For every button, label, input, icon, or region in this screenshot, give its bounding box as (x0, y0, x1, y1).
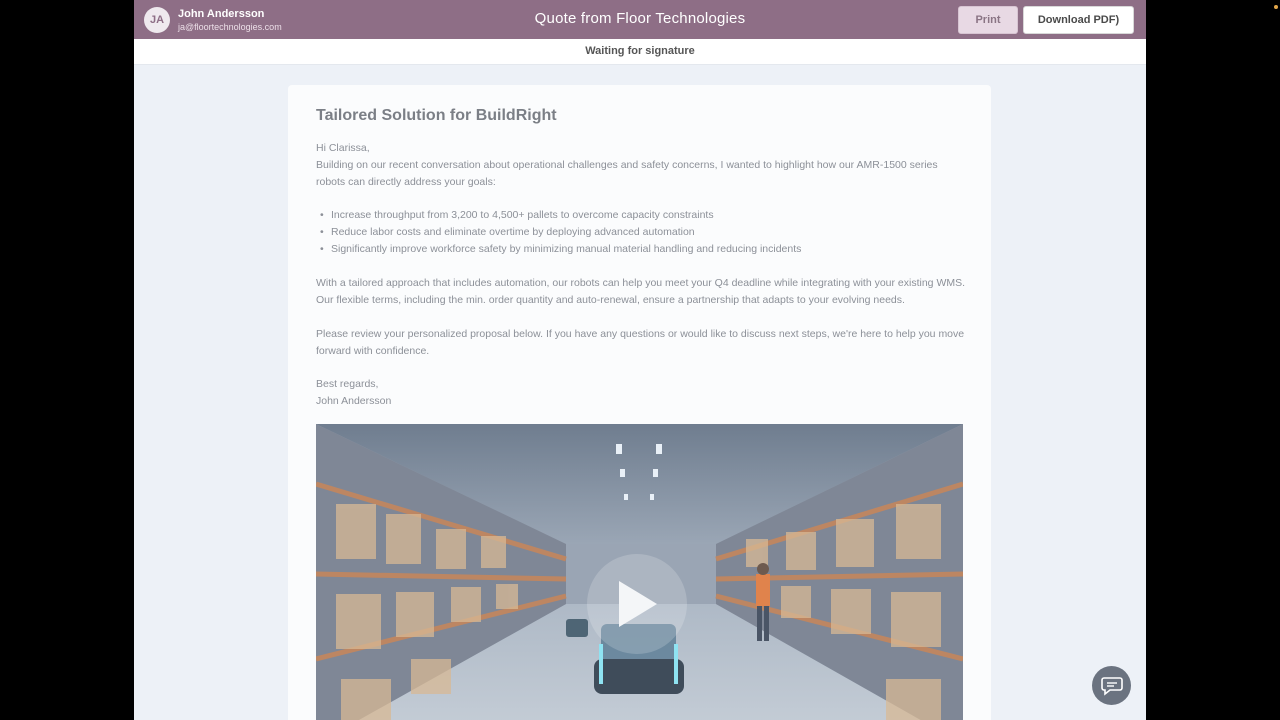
letter-paragraph: Please review your personalized proposal… (316, 328, 965, 357)
play-button[interactable] (587, 554, 687, 654)
signature-status: Waiting for signature (585, 45, 695, 57)
letter-paragraph: With a tailored approach that includes a… (316, 277, 966, 306)
letter-title: Tailored Solution for BuildRight (316, 107, 557, 124)
app-window: JA John Andersson ja@floortechnologies.c… (134, 0, 1146, 720)
list-item: Increase throughput from 3,200 to 4,500+… (316, 207, 966, 224)
list-item: Reduce labor costs and eliminate overtim… (316, 224, 966, 241)
print-button[interactable]: Print (958, 6, 1018, 34)
status-dot (1274, 5, 1278, 9)
list-item: Significantly improve workforce safety b… (316, 241, 966, 258)
letter-signoff: Best regards, (316, 378, 379, 390)
video-player[interactable] (316, 424, 963, 720)
letter-intro: Building on our recent conversation abou… (316, 159, 938, 188)
download-pdf-button[interactable]: Download PDF) (1023, 6, 1134, 34)
benefits-list: Increase throughput from 3,200 to 4,500+… (316, 207, 966, 258)
quote-card: Tailored Solution for BuildRight Hi Clar… (288, 85, 991, 720)
letter-signature: John Andersson (316, 395, 392, 407)
play-icon (619, 581, 657, 627)
chat-icon (1100, 676, 1123, 696)
status-bar: Waiting for signature (134, 39, 1146, 65)
letter-greeting: Hi Clarissa, (316, 142, 370, 154)
top-bar: JA John Andersson ja@floortechnologies.c… (134, 0, 1146, 39)
chat-button[interactable] (1092, 666, 1131, 705)
